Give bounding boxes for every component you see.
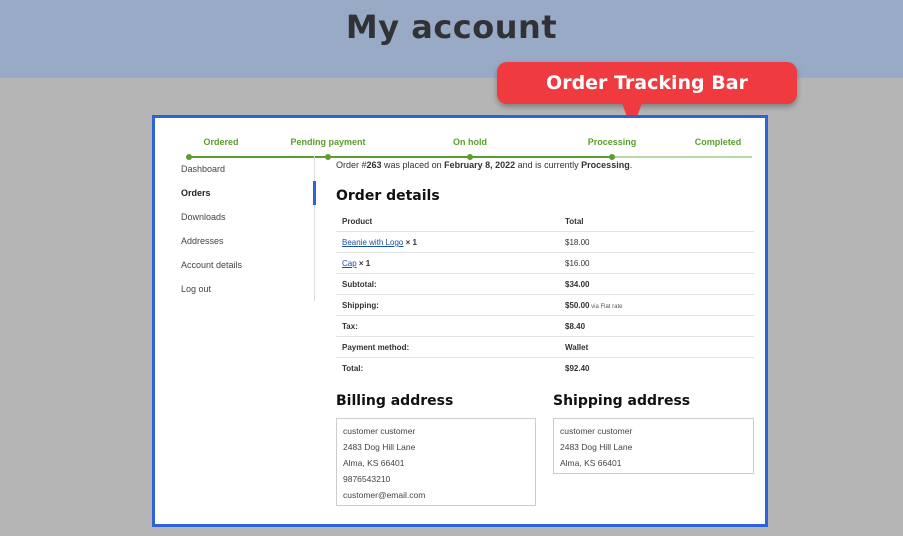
- account-panel: Ordered Pending payment On hold Processi…: [152, 115, 768, 527]
- subtotal-label: Subtotal:: [342, 280, 377, 289]
- billing-city: Alma, KS 66401: [343, 458, 405, 468]
- total-row: Total: $92.40: [336, 357, 754, 378]
- shipping-street: 2483 Dog Hill Lane: [560, 442, 633, 452]
- shipping-amount: $50.00: [565, 301, 590, 310]
- nav-item-orders[interactable]: Orders: [181, 188, 211, 198]
- order-tracking-bar: Ordered Pending payment On hold Processi…: [155, 118, 765, 163]
- nav-item-addresses[interactable]: Addresses: [181, 236, 224, 246]
- nav-item-account-details[interactable]: Account details: [181, 260, 242, 270]
- nav-item-log-out[interactable]: Log out: [181, 284, 211, 294]
- page-title: My account: [345, 8, 558, 46]
- table-row: Beanie with Logo × 1 $18.00: [336, 231, 754, 253]
- subtotal-value: $34.00: [565, 280, 590, 289]
- order-details-heading: Order details: [336, 188, 440, 204]
- tracker-dot-ordered: [186, 154, 192, 160]
- tracker-step-pending-payment: Pending payment: [290, 137, 366, 147]
- tracker-step-ordered: Ordered: [203, 137, 239, 147]
- status-placed-text: was placed on: [381, 160, 445, 170]
- tax-value: $8.40: [565, 322, 586, 331]
- payment-row: Payment method: Wallet: [336, 336, 754, 358]
- billing-name: customer customer: [343, 426, 416, 436]
- product-qty: × 1: [356, 259, 371, 268]
- tracker-dot-pending-payment: [325, 154, 331, 160]
- tracker-step-on-hold: On hold: [453, 137, 487, 147]
- shipping-address-box: customer customer 2483 Dog Hill Lane Alm…: [553, 418, 754, 474]
- tax-label: Tax:: [342, 322, 358, 331]
- total-value: $92.40: [565, 364, 590, 373]
- total-label: Total:: [342, 364, 364, 373]
- table-header-row: Product Total: [336, 210, 754, 232]
- order-tracking-callout: Order Tracking Bar: [497, 62, 797, 104]
- nav-item-downloads[interactable]: Downloads: [181, 212, 226, 222]
- nav-active-indicator: [313, 181, 316, 205]
- billing-email: customer@email.com: [343, 490, 426, 500]
- product-qty: × 1: [403, 238, 417, 247]
- payment-value: Wallet: [565, 343, 589, 352]
- shipping-row: Shipping: $50.00 via Flat rate: [336, 294, 754, 316]
- shipping-name: customer customer: [560, 426, 633, 436]
- billing-phone: 9876543210: [343, 474, 391, 484]
- billing-street: 2483 Dog Hill Lane: [343, 442, 416, 452]
- product-cell: Cap × 1: [342, 259, 370, 268]
- order-status: Processing: [581, 160, 630, 170]
- line-total: $16.00: [565, 259, 590, 268]
- billing-address-heading: Billing address: [336, 393, 454, 409]
- tax-row: Tax: $8.40: [336, 315, 754, 337]
- status-prefix: Order #: [336, 160, 367, 170]
- shipping-address-heading: Shipping address: [553, 393, 691, 409]
- product-link-beanie[interactable]: Beanie with Logo: [342, 238, 403, 247]
- billing-address-box: customer customer 2483 Dog Hill Lane Alm…: [336, 418, 536, 506]
- product-link-cap[interactable]: Cap: [342, 259, 357, 268]
- subtotal-row: Subtotal: $34.00: [336, 273, 754, 295]
- nav-item-dashboard[interactable]: Dashboard: [181, 164, 225, 174]
- product-cell: Beanie with Logo × 1: [342, 238, 417, 247]
- order-number: 263: [366, 160, 382, 170]
- shipping-value: $50.00 via Flat rate: [565, 301, 622, 310]
- shipping-city: Alma, KS 66401: [560, 458, 622, 468]
- tracker-progress: [189, 156, 612, 158]
- tracker-step-completed: Completed: [694, 137, 742, 147]
- line-total: $18.00: [565, 238, 590, 247]
- payment-label: Payment method:: [342, 343, 410, 352]
- order-status-line: Order #263 was placed on February 8, 202…: [336, 160, 632, 170]
- order-date: February 8, 2022: [444, 160, 516, 170]
- shipping-label: Shipping:: [342, 301, 379, 310]
- col-total-header: Total: [565, 217, 584, 226]
- col-product-header: Product: [342, 217, 373, 226]
- status-suffix: .: [629, 160, 633, 170]
- status-mid-text: and is currently: [515, 160, 582, 170]
- shipping-method: via Flat rate: [589, 304, 623, 310]
- table-row: Cap × 1 $16.00: [336, 252, 754, 274]
- nav-divider: [314, 155, 315, 301]
- tracker-step-processing: Processing: [587, 137, 637, 147]
